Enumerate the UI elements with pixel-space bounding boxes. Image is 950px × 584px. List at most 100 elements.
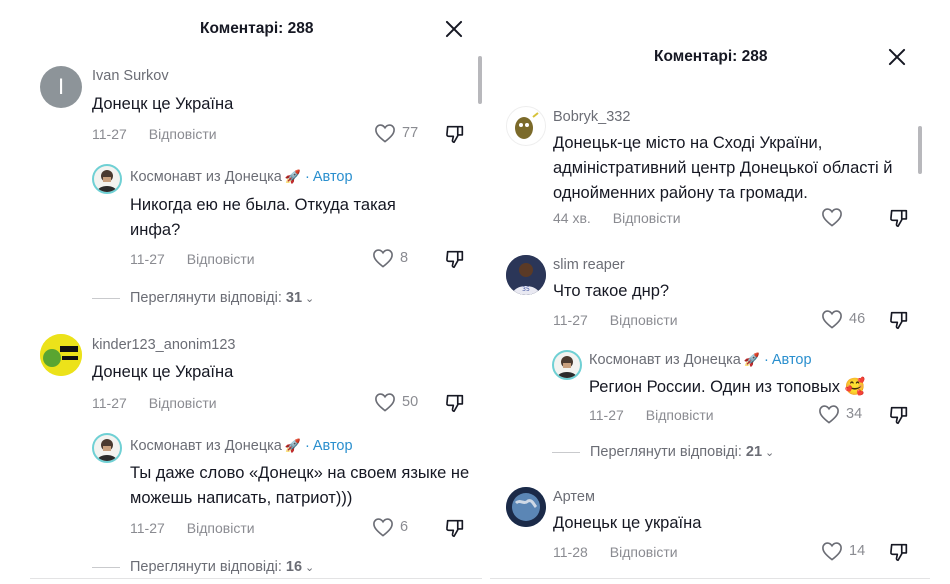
dislike-button[interactable] [888, 404, 910, 431]
chevron-down-icon: ⌄ [305, 292, 315, 305]
dislike-button[interactable] [888, 541, 910, 568]
close-icon[interactable] [443, 18, 465, 40]
comment-username[interactable]: kinder123_anonim123 [92, 337, 236, 353]
dislike-button[interactable] [444, 517, 466, 544]
view-replies-label: Переглянути відповіді: [590, 444, 742, 460]
like-count: 50 [402, 394, 419, 410]
comment-item: Артем Донецьк це україна 11-28 Відповісти… [506, 487, 946, 567]
like-button[interactable]: 77 [374, 123, 418, 143]
like-button[interactable]: 8 [372, 248, 408, 268]
comment-text: Донецк це Україна [92, 363, 234, 381]
heart-icon [375, 124, 395, 143]
comment-meta: 44 хв. Відповісти [553, 210, 681, 226]
like-button[interactable]: 14 [821, 541, 865, 561]
avatar[interactable]: 35 [506, 255, 546, 295]
comment-text: Ты даже слово «Донецк» на своем языке не… [130, 464, 470, 507]
author-avatar-icon [557, 356, 577, 378]
close-icon[interactable] [886, 46, 908, 68]
like-button[interactable]: 6 [372, 517, 408, 537]
view-replies-count: 16 [285, 559, 303, 575]
dislike-button[interactable] [444, 248, 466, 275]
reply-button[interactable]: Відповісти [610, 312, 678, 328]
heart-icon [819, 405, 839, 424]
heart-icon [373, 518, 393, 537]
thumb-down-icon [446, 250, 464, 269]
reply-button[interactable]: Відповісти [149, 395, 217, 411]
author-badge-label: Автор [771, 352, 812, 368]
view-replies-button[interactable]: Переглянути відповіді: 21 ⌄ [552, 444, 774, 460]
view-replies-count: 21 [745, 444, 763, 460]
comment-meta: 11-27 Відповісти [92, 126, 217, 142]
avatar-letter: I [57, 74, 65, 99]
like-count: 14 [849, 543, 866, 559]
dislike-button[interactable] [888, 309, 910, 336]
like-count: 77 [402, 125, 419, 141]
heart-icon [373, 249, 393, 268]
comment-meta: 11-28 Відповісти [553, 544, 678, 560]
like-count: 8 [400, 250, 409, 266]
dislike-button[interactable] [444, 392, 466, 419]
reply-button[interactable]: Відповісти [613, 210, 681, 226]
comment-username[interactable]: slim reaper [553, 257, 625, 273]
comment-item: Bobryk_332 Донецьк-це місто на Сході Укр… [506, 106, 946, 236]
comment-item: kinder123_anonim123 Донецк це Україна 11… [40, 334, 480, 424]
thumb-down-icon [890, 311, 908, 330]
rocket-icon: 🚀 [284, 438, 302, 453]
heart-icon [822, 208, 842, 227]
reply-button[interactable]: Відповісти [187, 251, 255, 267]
like-count: 46 [849, 311, 866, 327]
like-count: 34 [846, 406, 863, 422]
divider-line [552, 451, 580, 453]
potato-avatar-icon [515, 112, 539, 139]
comment-text: Донецк це Україна [92, 95, 234, 113]
view-replies-button[interactable]: Переглянути відповіді: 16 ⌄ [92, 559, 314, 575]
comments-header-title: Коментарі: 288 [200, 20, 314, 37]
reply-button[interactable]: Відповісти [149, 126, 217, 142]
comment-username[interactable]: Bobryk_332 [553, 109, 630, 125]
comment-username[interactable]: Космонавт из Донецка [589, 352, 741, 368]
comment-username-row: Космонавт из Донецка 🚀 · Автор [130, 169, 353, 185]
comment-text: Донецьк-це місто на Сході України, адмін… [553, 134, 893, 202]
reply-item: Космонавт из Донецка 🚀 · Автор Никогда ею н… [92, 164, 480, 274]
avatar[interactable] [552, 350, 582, 380]
avatar[interactable] [92, 164, 122, 194]
like-button[interactable]: 50 [374, 392, 418, 412]
view-replies-button[interactable]: Переглянути відповіді: 31 ⌄ [92, 290, 314, 306]
comment-username[interactable]: Космонавт из Донецка [130, 438, 282, 454]
comment-username[interactable]: Ivan Surkov [92, 68, 169, 84]
dislike-button[interactable] [444, 123, 466, 150]
reply-button[interactable]: Відповісти [646, 407, 714, 423]
comment-date: 11-28 [553, 544, 588, 560]
view-replies-label: Переглянути відповіді: [130, 559, 282, 575]
player-avatar-icon: 35 [506, 255, 546, 295]
avatar[interactable]: I [40, 66, 82, 108]
view-replies-count: 31 [285, 290, 303, 306]
reply-button[interactable]: Відповісти [187, 520, 255, 536]
comment-username-row: Космонавт из Донецка 🚀 · Автор [130, 438, 353, 454]
comment-username[interactable]: Космонавт из Донецка [130, 169, 282, 185]
author-badge-label: Автор [312, 169, 353, 185]
comment-date: 11-27 [92, 126, 127, 142]
comment-username[interactable]: Артем [553, 489, 595, 505]
avatar[interactable] [92, 433, 122, 463]
comment-date: 11-27 [130, 520, 165, 536]
author-badge: · Автор [764, 352, 812, 368]
author-badge: · Автор [305, 438, 353, 454]
like-button[interactable] [821, 207, 849, 227]
comment-meta: 11-27 Відповісти [130, 520, 255, 536]
avatar[interactable] [506, 487, 546, 527]
divider-line [92, 566, 120, 568]
like-button[interactable]: 34 [818, 404, 862, 424]
svg-text:35: 35 [522, 286, 530, 293]
avatar[interactable] [40, 334, 82, 376]
like-button[interactable]: 46 [821, 309, 865, 329]
thumb-down-icon [446, 394, 464, 413]
avatar[interactable] [506, 106, 546, 146]
comment-date: 11-27 [589, 407, 624, 423]
reply-button[interactable]: Відповісти [610, 544, 678, 560]
comments-header-title: Коментарі: 288 [654, 48, 768, 65]
bottom-divider [30, 578, 482, 579]
dislike-button[interactable] [888, 207, 910, 234]
comment-meta: 11-27 Відповісти [589, 407, 714, 423]
thumb-down-icon [446, 519, 464, 538]
